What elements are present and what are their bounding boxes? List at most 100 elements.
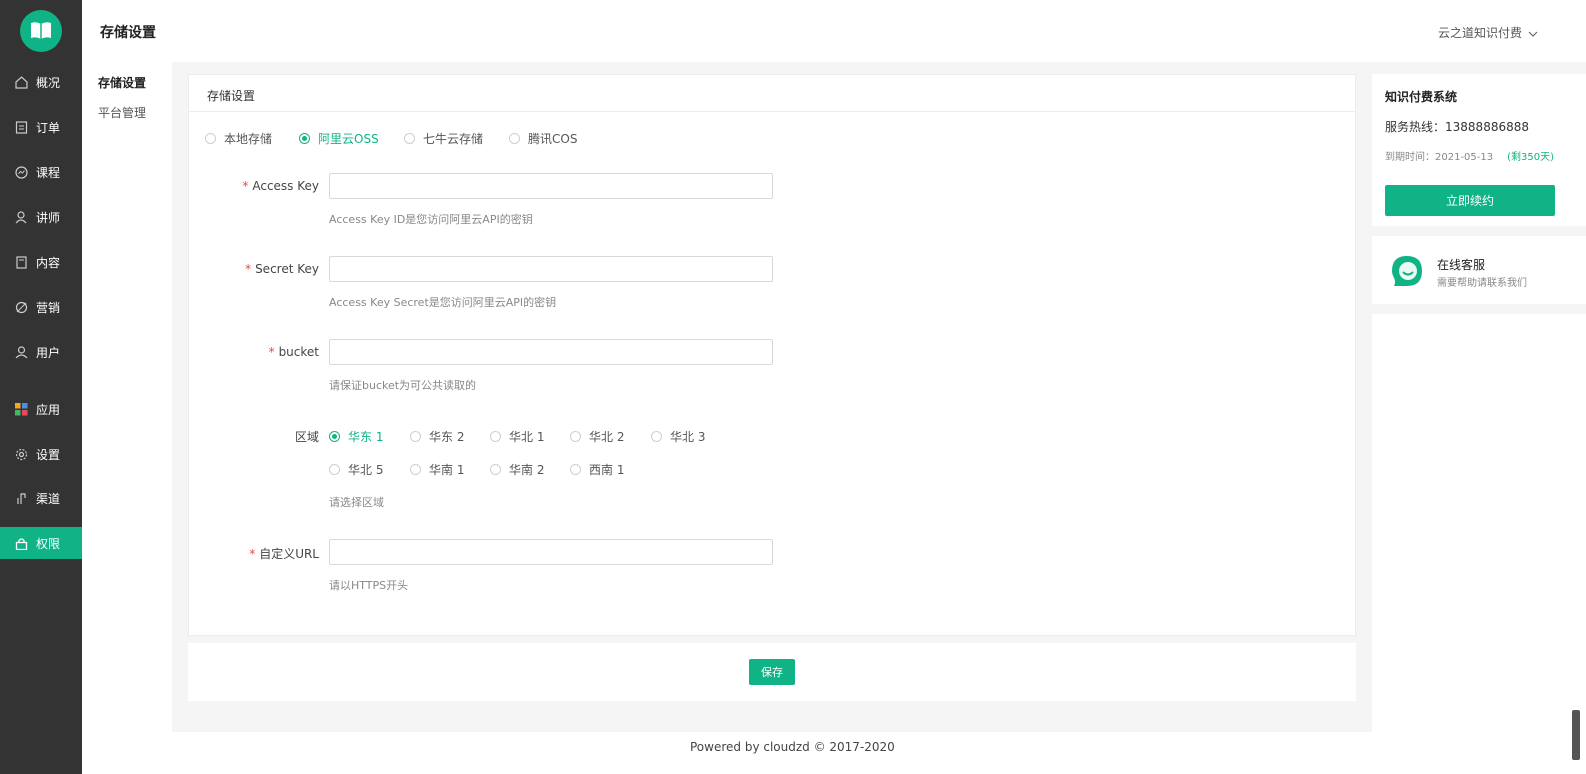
sidebar-item-permissions[interactable]: 权限 [0, 527, 82, 559]
radio-label: 腾讯COS [528, 132, 578, 146]
custom-url-label: * 自定义URL [249, 547, 319, 561]
sidebar-item-apps[interactable]: 应用 [0, 393, 82, 425]
radio-icon [651, 431, 662, 442]
online-service-subtitle: 需要帮助请联系我们 [1437, 278, 1527, 289]
panel-divider [1372, 226, 1586, 236]
radio-label: 华北 3 [670, 430, 706, 444]
channel-icon [14, 491, 28, 505]
region-option[interactable]: 华北 3 [651, 428, 705, 445]
user-icon [14, 345, 28, 359]
gear-icon [14, 447, 28, 461]
sidebar-item-label: 订单 [36, 120, 61, 135]
panel-divider [1372, 304, 1586, 314]
sidebar-item-users[interactable]: 用户 [0, 336, 82, 368]
radio-label: 西南 1 [589, 463, 625, 477]
submenu-item-storage[interactable]: 存储设置 [98, 74, 146, 91]
radio-icon [410, 464, 421, 475]
secondary-menu: 存储设置 平台管理 [82, 62, 172, 774]
card-title: 存储设置 [189, 75, 1355, 112]
region-option[interactable]: 华东 1 [329, 428, 383, 445]
storage-settings-card: 存储设置 本地存储 阿里云OSS 七牛云存储 腾讯COS * Access Key… [188, 74, 1356, 636]
radio-checked-icon [299, 133, 310, 144]
sidebar-item-label: 内容 [36, 255, 61, 270]
sidebar-item-label: 渠道 [36, 491, 61, 506]
save-button[interactable]: 保存 [749, 659, 795, 685]
apps-icon [14, 402, 28, 416]
radio-icon [404, 133, 415, 144]
scrollbar[interactable] [1572, 710, 1580, 760]
radio-label: 本地存储 [224, 132, 273, 146]
access-key-label: * Access Key [242, 179, 319, 193]
region-option[interactable]: 华北 2 [570, 428, 624, 445]
sidebar-item-label: 概况 [36, 75, 61, 90]
radio-label: 华东 2 [429, 430, 465, 444]
radio-label: 阿里云OSS [318, 132, 379, 146]
sidebar-item-courses[interactable]: 课程 [0, 156, 82, 188]
teacher-icon [14, 210, 28, 224]
access-key-input[interactable] [329, 173, 773, 199]
storage-option-local[interactable]: 本地存储 [205, 130, 272, 147]
right-info-panel: 知识付费系统 服务热线：13888886888 到期时间：2021-05-13(… [1372, 74, 1586, 774]
radio-icon [570, 464, 581, 475]
chat-support-icon[interactable] [1390, 254, 1424, 288]
sidebar-item-label: 权限 [36, 536, 61, 551]
radio-icon [570, 431, 581, 442]
region-option[interactable]: 华东 2 [410, 428, 464, 445]
radio-label: 华南 2 [509, 463, 545, 477]
sidebar-item-label: 营销 [36, 300, 61, 315]
access-key-help: Access Key ID是您访问阿里云API的密钥 [329, 213, 533, 226]
custom-url-input[interactable] [329, 539, 773, 565]
sidebar-item-marketing[interactable]: 营销 [0, 291, 82, 323]
region-option[interactable]: 华北 1 [490, 428, 544, 445]
secret-key-input[interactable] [329, 256, 773, 282]
region-help: 请选择区域 [329, 496, 384, 509]
page-title: 存储设置 [100, 25, 156, 41]
submenu-item-platform[interactable]: 平台管理 [98, 104, 146, 121]
radio-icon [205, 133, 216, 144]
sidebar-item-label: 用户 [36, 345, 61, 360]
region-option[interactable]: 西南 1 [570, 461, 624, 478]
user-menu[interactable]: 云之道知识付费 [1438, 24, 1538, 41]
main-sidebar: 概况 订单 课程 讲师 内容 营销 用户 应用 设置 渠道 权限 [0, 0, 82, 774]
bucket-help: 请保证bucket为可公共读取的 [329, 379, 477, 392]
home-icon [14, 75, 28, 89]
secret-key-help: Access Key Secret是您访问阿里云API的密钥 [329, 296, 557, 309]
service-hotline: 服务热线：13888886888 [1385, 120, 1529, 134]
radio-label: 七牛云存储 [423, 132, 484, 146]
radio-label: 华北 1 [509, 430, 545, 444]
course-icon [14, 165, 28, 179]
sidebar-item-channels[interactable]: 渠道 [0, 482, 82, 514]
radio-checked-icon [329, 431, 340, 442]
sidebar-item-label: 讲师 [36, 210, 61, 225]
system-title: 知识付费系统 [1385, 90, 1458, 104]
region-option[interactable]: 华北 5 [329, 461, 383, 478]
sidebar-item-settings[interactable]: 设置 [0, 438, 82, 470]
sidebar-item-orders[interactable]: 订单 [0, 111, 82, 143]
user-menu-label: 云之道知识付费 [1437, 26, 1522, 40]
sidebar-item-teachers[interactable]: 讲师 [0, 201, 82, 233]
region-option[interactable]: 华南 1 [410, 461, 464, 478]
radio-label: 华北 2 [589, 430, 625, 444]
region-option[interactable]: 华南 2 [490, 461, 544, 478]
storage-option-aliyun-oss[interactable]: 阿里云OSS [299, 130, 379, 147]
online-service-title[interactable]: 在线客服 [1437, 256, 1485, 273]
storage-option-tencent-cos[interactable]: 腾讯COS [509, 130, 577, 147]
footer-text: Powered by cloudzd © 2017-2020 [690, 740, 895, 754]
radio-icon [410, 431, 421, 442]
bucket-input[interactable] [329, 339, 773, 365]
radio-label: 华北 5 [348, 463, 384, 477]
renew-button[interactable]: 立即续约 [1385, 185, 1555, 216]
sidebar-item-content[interactable]: 内容 [0, 246, 82, 278]
radio-icon [329, 464, 340, 475]
sidebar-item-label: 应用 [36, 402, 61, 417]
radio-icon [490, 431, 501, 442]
radio-icon [509, 133, 520, 144]
custom-url-help: 请以HTTPS开头 [329, 579, 409, 592]
book-logo-icon[interactable] [20, 10, 62, 52]
radio-icon [490, 464, 501, 475]
content-icon [14, 255, 28, 269]
region-label: 区域 [294, 430, 319, 444]
sidebar-item-overview[interactable]: 概况 [0, 66, 82, 98]
footer: Powered by cloudzd © 2017-2020 [172, 732, 1372, 774]
storage-option-qiniu[interactable]: 七牛云存储 [404, 130, 483, 147]
